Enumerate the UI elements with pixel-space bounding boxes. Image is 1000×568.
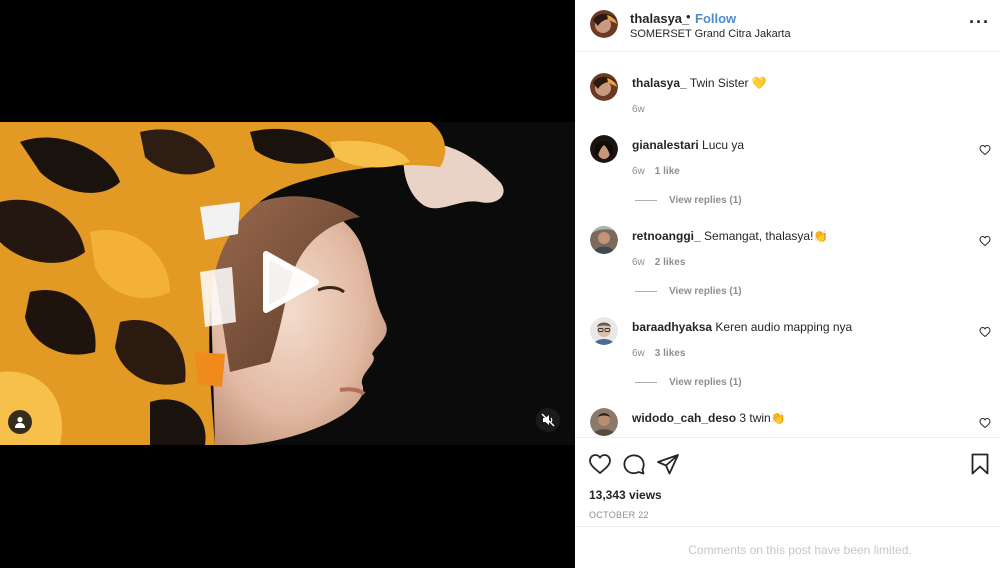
caption-timestamp[interactable]: 6w [632,104,645,115]
comment-text: Semangat, thalasya!👏 [704,229,829,243]
like-heart-icon[interactable] [588,452,612,476]
author-avatar[interactable] [590,10,618,38]
comment-username[interactable]: baraadhyaksa [632,320,712,334]
location-link[interactable]: SOMERSET Grand Citra Jakarta [630,28,791,40]
share-paper-plane-icon[interactable] [656,452,680,476]
view-count[interactable]: 13,343 views [589,488,662,502]
commenter-avatar[interactable] [590,135,618,163]
replies-divider [635,382,657,383]
like-comment-heart-icon[interactable] [979,144,991,156]
speaker-muted-icon [541,413,555,427]
commenter-avatar[interactable] [590,317,618,345]
comment-text: Keren audio mapping nya [715,320,853,334]
post-media [0,0,575,568]
comments-limited-notice: Comments on this post have been limited. [575,526,1000,568]
view-replies-button[interactable]: View replies (1) [635,286,742,297]
like-comment-heart-icon[interactable] [979,326,991,338]
comment-timestamp[interactable]: 6w [632,166,645,177]
post-actions-bar [575,437,1000,487]
commenter-avatar[interactable] [590,408,618,436]
mute-button[interactable] [536,408,560,432]
author-username[interactable]: thalasya_ [630,11,689,26]
post-date: OCTOBER 22 [589,510,649,520]
comment-username[interactable]: gianalestari [632,138,699,152]
like-comment-heart-icon[interactable] [979,235,991,247]
view-replies-label: View replies (1) [669,377,742,388]
more-options-icon[interactable]: ··· [969,12,990,32]
replies-divider [635,291,657,292]
commenter-avatar[interactable] [590,226,618,254]
comment-text: Lucu ya [702,138,745,152]
comment-timestamp[interactable]: 6w [632,348,645,359]
follow-button[interactable]: Follow [695,11,736,26]
like-comment-heart-icon[interactable] [979,417,991,429]
caption-text: Twin Sister 💛 [689,76,767,90]
save-bookmark-icon[interactable] [968,452,992,476]
comment-bubble-icon[interactable] [622,452,646,476]
comment-text: 3 twin👏 [739,411,786,425]
comment-username[interactable]: widodo_cah_deso [632,411,736,425]
play-icon[interactable] [258,250,320,314]
comment-likes[interactable]: 2 likes [655,257,686,268]
view-replies-label: View replies (1) [669,286,742,297]
comment-timestamp[interactable]: 6w [632,257,645,268]
replies-divider [635,200,657,201]
post-header: thalasya_ • Follow SOMERSET Grand Citra … [575,0,1000,52]
view-replies-button[interactable]: View replies (1) [635,195,742,206]
tagged-users-button[interactable] [8,410,32,434]
comment-username[interactable]: retnoanggi_ [632,229,701,243]
separator-dot: • [686,9,691,24]
user-icon [15,417,25,428]
comments-list: thalasya_ Twin Sister 💛 6w gianalestari … [575,53,1000,436]
author-avatar[interactable] [590,73,618,101]
comment-likes[interactable]: 1 like [655,166,680,177]
caption-username[interactable]: thalasya_ [632,76,687,90]
comment-likes[interactable]: 3 likes [655,348,686,359]
post-details-panel: thalasya_ • Follow SOMERSET Grand Citra … [575,0,1000,568]
view-replies-label: View replies (1) [669,195,742,206]
view-replies-button[interactable]: View replies (1) [635,377,742,388]
